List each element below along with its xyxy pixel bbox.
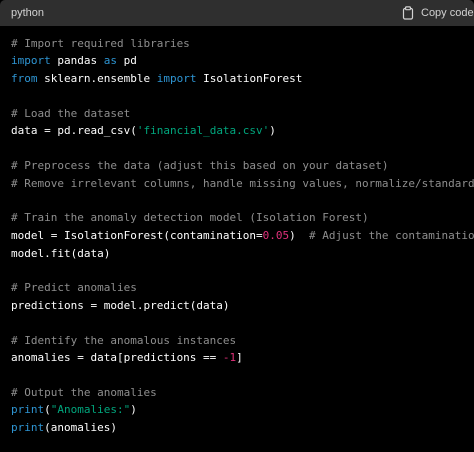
code-text: IsolationForest	[196, 72, 303, 85]
code-line: # Output the anomalies	[11, 384, 474, 402]
code-block-header: python Copy code	[0, 0, 474, 26]
code-text: )	[289, 229, 310, 242]
code-text: pd	[116, 54, 137, 67]
code-text: sklearn.ensemble	[37, 72, 157, 85]
code-text: )	[130, 403, 137, 416]
code-line: # Load the dataset	[11, 105, 474, 123]
copy-code-button[interactable]: Copy code	[402, 4, 474, 22]
code-line: from sklearn.ensemble import IsolationFo…	[11, 70, 474, 88]
code-line: # Identify the anomalous instances	[11, 332, 474, 350]
code-line: anomalies = data[predictions == -1]	[11, 349, 474, 367]
code-comment: # Output the anomalies	[11, 386, 157, 399]
code-line: model.fit(data)	[11, 245, 474, 263]
code-comment: # Predict anomalies	[11, 281, 137, 294]
language-label: python	[11, 7, 45, 19]
code-line: # Predict anomalies	[11, 279, 474, 297]
code-comment: # Load the dataset	[11, 107, 131, 120]
code-keyword: as	[103, 54, 117, 67]
code-text: data = pd.read_csv(	[11, 124, 137, 137]
code-line: # Remove irrelevant columns, handle miss…	[11, 175, 474, 193]
code-line: import pandas as pd	[11, 52, 474, 70]
code-keyword: import	[156, 72, 197, 85]
code-text: ]	[236, 351, 243, 364]
code-line: print("Anomalies:")	[11, 401, 474, 419]
copy-code-label: Copy code	[421, 7, 474, 19]
code-comment: # Train the anomaly detection model (Iso…	[11, 211, 369, 224]
code-comment: # Identify the anomalous instances	[11, 334, 237, 347]
code-text: pandas	[50, 54, 104, 67]
code-line: # Train the anomaly detection model (Iso…	[11, 209, 474, 227]
code-text: (	[44, 403, 51, 416]
code-number: 0.05	[262, 229, 290, 242]
code-text: predictions = model.predict(data)	[11, 299, 230, 312]
code-text: )	[269, 124, 276, 137]
code-keyword: print	[11, 421, 45, 434]
code-keyword: print	[11, 403, 45, 416]
code-area[interactable]: # Import required libraries import panda…	[11, 35, 474, 452]
code-line: # Import required libraries	[11, 35, 474, 53]
code-block: python Copy code # Import required libra…	[0, 0, 474, 452]
clipboard-icon	[402, 6, 414, 20]
code-comment: # Remove irrelevant columns, handle miss…	[11, 177, 474, 190]
code-string: "Anomalies:"	[50, 403, 131, 416]
code-text: model = IsolationForest(contamination=	[11, 229, 263, 242]
code-string: 'financial_data.csv'	[136, 124, 270, 137]
code-keyword: import	[11, 54, 51, 67]
code-keyword: from	[11, 72, 38, 85]
code-text: anomalies = data[predictions ==	[11, 351, 223, 364]
code-number: -1	[222, 351, 237, 364]
code-comment: # Preprocess the data (adjust this based…	[11, 159, 389, 172]
code-text: (anomalies)	[44, 421, 117, 434]
code-line: model = IsolationForest(contamination=0.…	[11, 227, 474, 245]
code-line: # Preprocess the data (adjust this based…	[11, 157, 474, 175]
code-text: model.fit(data)	[11, 247, 111, 260]
code-comment: # Import required libraries	[11, 37, 190, 50]
code-line: predictions = model.predict(data)	[11, 297, 474, 315]
code-line: data = pd.read_csv('financial_data.csv')	[11, 122, 474, 140]
code-comment: # Adjust the contamination parameter as …	[309, 229, 474, 242]
code-line: print(anomalies)	[11, 419, 474, 437]
